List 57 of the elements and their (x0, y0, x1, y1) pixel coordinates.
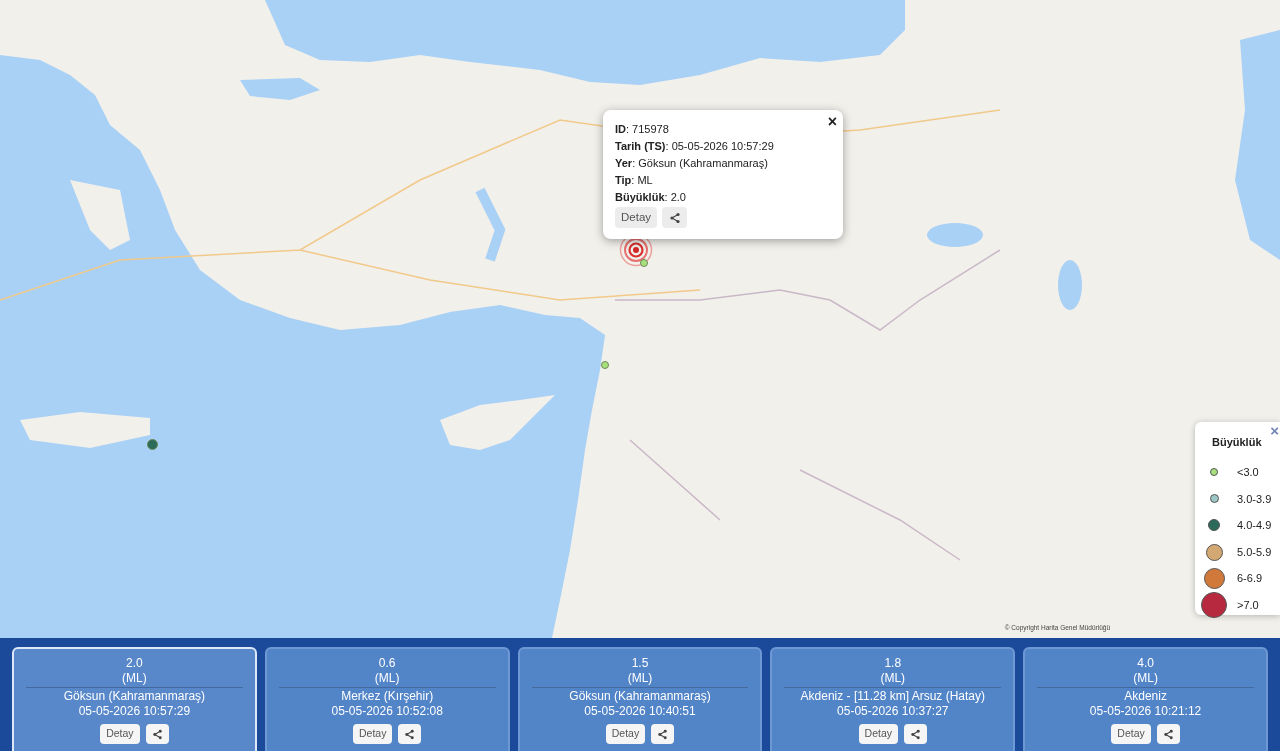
popup-field: Tip: ML (615, 172, 653, 189)
share-icon (910, 728, 921, 740)
event-card[interactable]: 2.0 (ML) Göksun (Kahramanmaraş) 05-05-2026 10:57:29 Detay (12, 647, 257, 751)
event-card[interactable]: 1.5 (ML) Göksun (Kahramanmaraş) 05-05-2026 10:40:51 Detay (517, 647, 763, 751)
magnitude-type: (ML) (880, 671, 906, 686)
detail-button[interactable]: Detay (605, 724, 646, 744)
share-button[interactable] (662, 207, 688, 228)
legend-close-button[interactable]: × (1270, 423, 1279, 439)
magnitude-value: 2.0 (126, 656, 143, 671)
share-icon (151, 728, 163, 740)
location-text: Göksun (Kahramanmaraş) (63, 689, 206, 704)
legend-label: >7.0 (1237, 598, 1259, 613)
location-text: Akdeniz (1124, 689, 1167, 704)
detail-button[interactable]: Detay (1111, 724, 1151, 744)
legend-title: Büyüklük (1212, 435, 1262, 449)
magnitude-value: 1.5 (631, 656, 649, 671)
event-card[interactable]: 4.0 (ML) Akdeniz 05-05-2026 10:21:12 Detay (1023, 647, 1268, 751)
magnitude-type: (ML) (374, 671, 400, 686)
share-icon (404, 728, 416, 740)
magnitude-value: 1.8 (884, 656, 902, 671)
magnitude-type: (ML) (627, 671, 653, 686)
time-text: 05-05-2026 10:57:29 (78, 704, 191, 719)
share-icon (657, 728, 669, 740)
legend-label: 4.0-4.9 (1237, 518, 1272, 534)
legend-label: 6-6.9 (1237, 571, 1263, 587)
event-card[interactable]: 0.6 (ML) Merkez (Kırşehir) 05-05-2026 10:52:08 Detay (264, 647, 510, 751)
magnitude-value: 4.0 (1137, 656, 1154, 671)
legend-label: 5.0-5.9 (1237, 544, 1272, 560)
location-text: Akdeniz - [11.28 km] Arsuz (Hatay) (800, 689, 986, 704)
location-text: Göksun (Kahramanmaraş) (569, 689, 711, 704)
share-icon (668, 211, 681, 224)
close-button[interactable]: × (827, 113, 837, 131)
time-text: 05-05-2026 10:37:27 (837, 704, 949, 719)
detail-button[interactable]: Detay (615, 207, 658, 228)
legend-label: 3.0-3.9 (1237, 491, 1272, 507)
magnitude-type: (ML) (122, 671, 147, 686)
detail-button[interactable]: Detay (858, 724, 898, 744)
share-icon (1162, 728, 1174, 740)
location-text: Merkez (Kırşehir) (341, 689, 434, 704)
event-card[interactable]: 1.8 (ML) Akdeniz - [11.28 km] Arsuz (Hatay) 05-05-2026 10:37:27 Detay (770, 647, 1016, 751)
share-button[interactable] (398, 724, 422, 744)
legend-label: <3.0 (1237, 465, 1259, 481)
share-button[interactable] (651, 724, 675, 744)
magnitude-type: (ML) (1133, 671, 1158, 686)
share-button[interactable] (145, 724, 169, 744)
time-text: 05-05-2026 10:21:12 (1089, 704, 1202, 719)
popup-field: Büyüklük: 2.0 (615, 189, 686, 206)
detail-button[interactable]: Detay (352, 724, 393, 744)
magnitude-value: 0.6 (378, 656, 396, 671)
share-button[interactable] (904, 724, 927, 744)
share-button[interactable] (1156, 724, 1180, 744)
popup-field: ID: 715978 (615, 121, 669, 138)
time-text: 05-05-2026 10:52:08 (331, 704, 443, 719)
detail-button[interactable]: Detay (100, 724, 140, 744)
popup-field: Yer: Göksun (Kahramanmaraş) (615, 155, 768, 172)
popup-field: Tarih (TS): 05-05-2026 10:57:29 (615, 138, 774, 155)
time-text: 05-05-2026 10:40:51 (584, 704, 696, 719)
